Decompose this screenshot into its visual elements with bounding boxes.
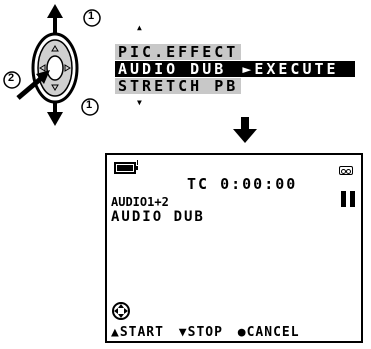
arrow-down-icon <box>233 117 257 143</box>
tape-icon <box>339 166 353 175</box>
joystick-icon <box>112 302 130 320</box>
start-hint[interactable]: ▲START <box>111 325 164 340</box>
viewfinder-screen: TC 0:00:00 AUDIO1+2 AUDIO DUB ▲START ▼ST… <box>105 153 363 343</box>
step1-bottom-label: 1 <box>86 99 93 111</box>
stop-hint[interactable]: ▼STOP <box>179 325 223 340</box>
scroll-up-icon[interactable]: ▲ <box>137 24 142 32</box>
menu-item-pic-effect[interactable]: PIC.EFFECT <box>115 43 242 61</box>
menu-item-stretch-pb[interactable]: STRETCH PB <box>115 77 242 95</box>
control-hints: ▲START ▼STOP ●CANCEL <box>111 325 306 340</box>
pause-icon <box>341 191 355 207</box>
menu-item-label: STRETCH PB <box>118 77 239 95</box>
battery-icon <box>114 162 138 174</box>
menu-item-audio-dub[interactable]: AUDIO DUB ►EXECUTE <box>115 61 355 77</box>
cancel-hint[interactable]: ●CANCEL <box>238 325 300 340</box>
step2-label: 2 <box>8 72 15 84</box>
audio-mode: AUDIO1+2 <box>111 195 169 209</box>
scroll-down-icon[interactable]: ▼ <box>137 99 142 107</box>
battery-mark-icon <box>137 160 138 165</box>
menu-item-label: PIC.EFFECT <box>118 43 239 61</box>
status-text: AUDIO DUB <box>111 209 205 225</box>
execute-option[interactable]: ►EXECUTE <box>242 60 338 78</box>
timecode: TC 0:00:00 <box>187 175 298 193</box>
menu-item-label: AUDIO DUB <box>118 60 227 78</box>
step1-top-label: 1 <box>88 10 95 22</box>
